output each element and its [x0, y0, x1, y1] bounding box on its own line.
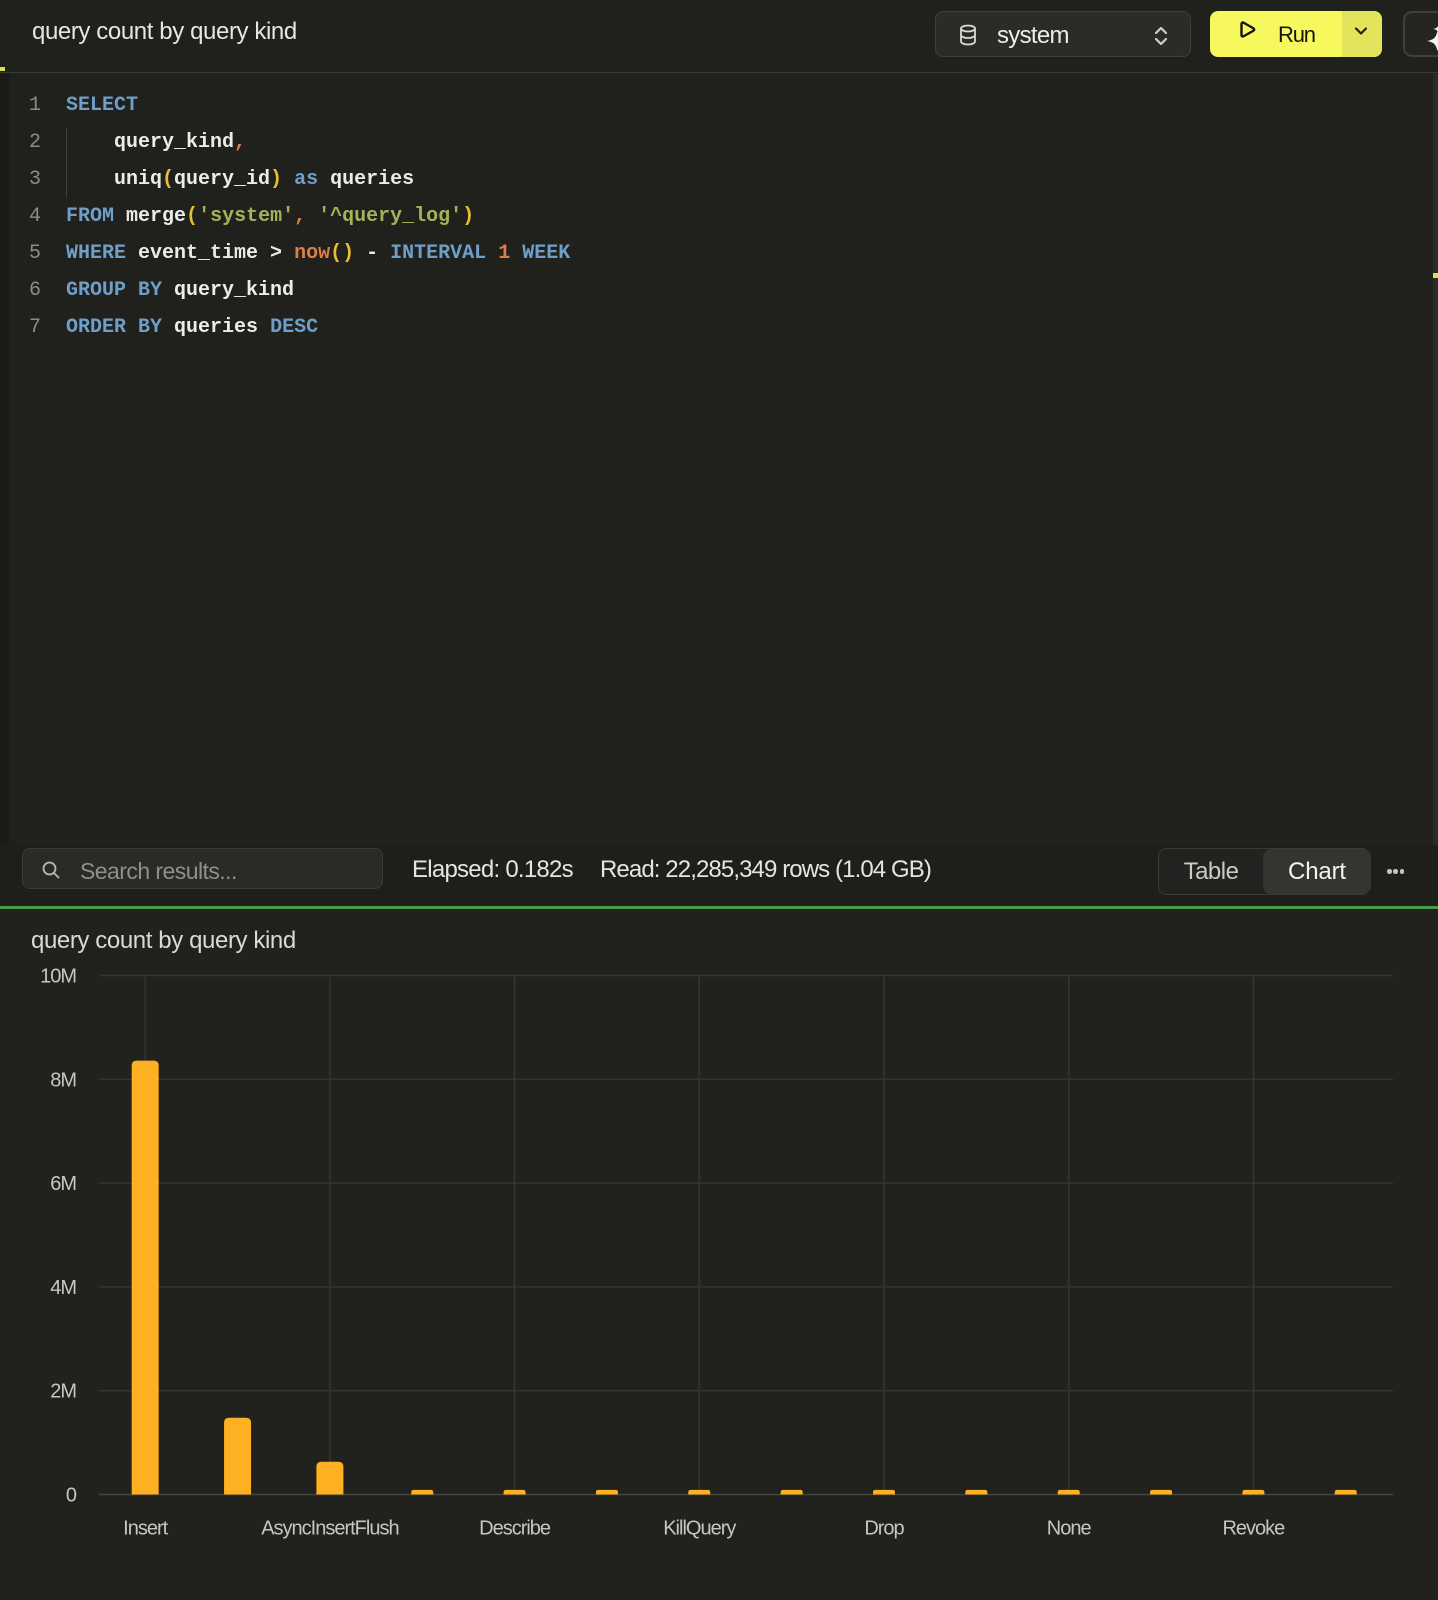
svg-text:0: 0 [66, 1485, 77, 1507]
svg-text:Describe: Describe [479, 1518, 551, 1540]
svg-text:Insert: Insert [123, 1518, 168, 1540]
svg-text:8M: 8M [50, 1069, 76, 1091]
svg-text:Revoke: Revoke [1222, 1518, 1285, 1540]
svg-text:Drop: Drop [864, 1518, 904, 1540]
svg-text:None: None [1047, 1518, 1092, 1540]
svg-text:2M: 2M [50, 1381, 76, 1403]
svg-text:6M: 6M [50, 1173, 76, 1195]
svg-text:AsyncInsertFlush: AsyncInsertFlush [261, 1518, 398, 1540]
svg-text:10M: 10M [40, 966, 76, 988]
svg-text:4M: 4M [50, 1277, 76, 1299]
svg-text:KillQuery: KillQuery [663, 1518, 736, 1540]
